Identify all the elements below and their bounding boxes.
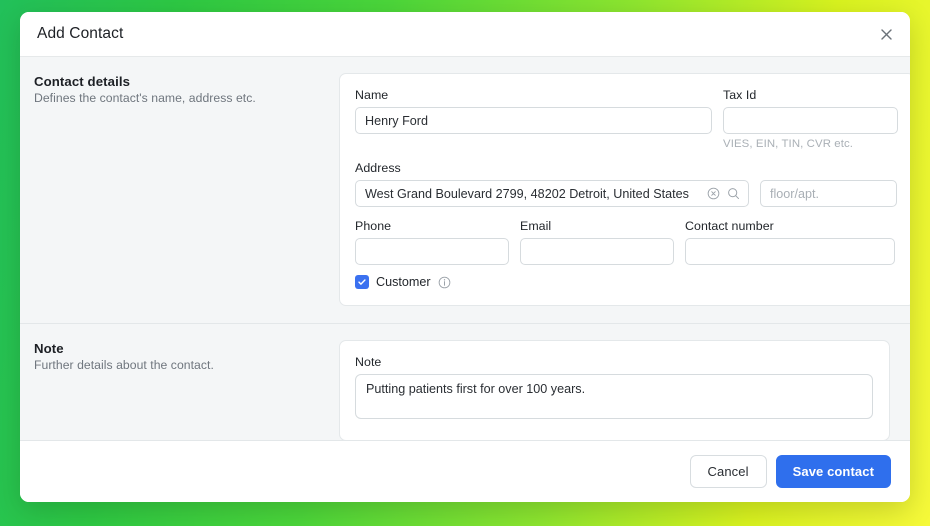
contact-number-label: Contact number (685, 219, 895, 233)
tax-id-input[interactable] (723, 107, 898, 134)
modal-header: Add Contact (20, 12, 910, 57)
cancel-button[interactable]: Cancel (690, 455, 767, 488)
floor-apt-field-group (760, 180, 897, 207)
add-contact-modal: Add Contact Contact details Defines the … (20, 12, 910, 502)
contact-number-input[interactable] (685, 238, 895, 265)
email-label: Email (520, 219, 674, 233)
name-label: Name (355, 88, 712, 102)
info-icon[interactable] (438, 276, 451, 289)
section-subtitle: Defines the contact's name, address etc. (34, 91, 339, 105)
section-subtitle: Further details about the contact. (34, 358, 339, 372)
save-contact-button[interactable]: Save contact (776, 455, 891, 488)
phone-email-contact-row: Phone Email Contact number (355, 219, 898, 265)
address-input[interactable]: West Grand Boulevard 2799, 48202 Detroit… (355, 180, 749, 207)
modal-body: Contact details Defines the contact's na… (20, 57, 910, 440)
email-field-group: Email (520, 219, 674, 265)
tax-id-label: Tax Id (723, 88, 898, 102)
name-taxid-row: Name Tax Id VIES, EIN, TIN, CVR etc. (355, 88, 898, 150)
page-title: Add Contact (37, 25, 123, 43)
note-textarea[interactable] (355, 374, 873, 419)
tax-id-field-group: Tax Id VIES, EIN, TIN, CVR etc. (723, 88, 898, 150)
contact-details-card: Name Tax Id VIES, EIN, TIN, CVR etc. Add… (339, 73, 910, 306)
note-label: Note (355, 355, 873, 369)
modal-footer: Cancel Save contact (20, 440, 910, 502)
section-contact-details-description: Contact details Defines the contact's na… (34, 73, 339, 105)
address-label: Address (355, 161, 898, 175)
customer-checkbox[interactable] (355, 275, 369, 289)
phone-label: Phone (355, 219, 509, 233)
section-note: Note Further details about the contact. … (20, 323, 910, 440)
close-icon[interactable] (876, 24, 896, 44)
address-value: West Grand Boulevard 2799, 48202 Detroit… (365, 187, 704, 201)
search-icon[interactable] (724, 185, 742, 203)
section-note-description: Note Further details about the contact. (34, 340, 339, 372)
section-heading: Contact details (34, 74, 339, 89)
phone-field-group: Phone (355, 219, 509, 265)
address-row: West Grand Boulevard 2799, 48202 Detroit… (355, 180, 898, 207)
customer-checkbox-label[interactable]: Customer (376, 275, 431, 289)
section-heading: Note (34, 341, 339, 356)
circle-x-icon[interactable] (704, 185, 722, 203)
address-field-group: Address West Grand Boulevard 2799, 48202… (355, 161, 898, 207)
phone-input[interactable] (355, 238, 509, 265)
section-contact-details: Contact details Defines the contact's na… (20, 57, 910, 323)
email-input[interactable] (520, 238, 674, 265)
customer-checkbox-row: Customer (355, 275, 898, 289)
name-input[interactable] (355, 107, 712, 134)
note-card: Note (339, 340, 890, 440)
name-field-group: Name (355, 88, 712, 150)
contact-number-field-group: Contact number (685, 219, 895, 265)
tax-id-help-text: VIES, EIN, TIN, CVR etc. (723, 138, 898, 150)
floor-apt-input[interactable] (760, 180, 897, 207)
